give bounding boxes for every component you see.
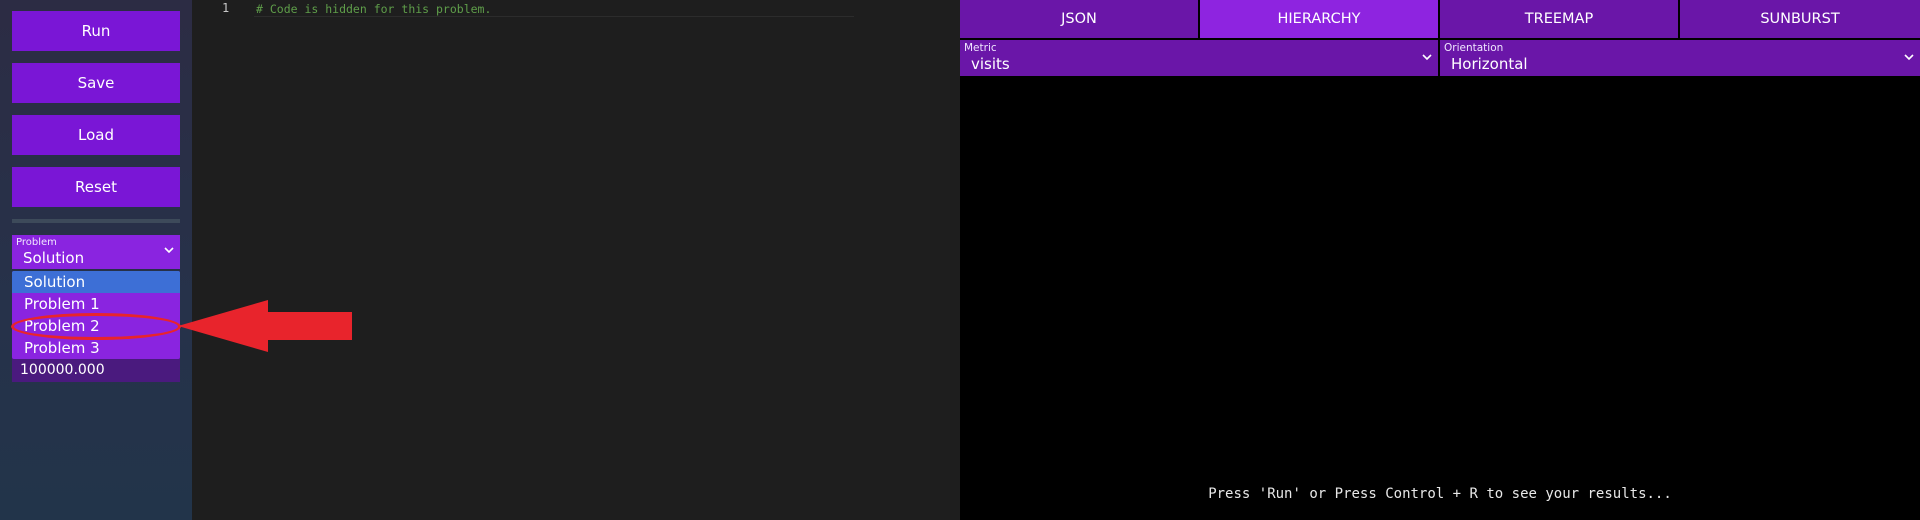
- problem-select-value: Solution: [23, 249, 85, 267]
- line-number: 1: [222, 1, 230, 15]
- chevron-down-icon[interactable]: [1420, 50, 1434, 64]
- results-panel: JSON HIERARCHY TREEMAP SUNBURST Metric v…: [960, 0, 1920, 520]
- tab-treemap[interactable]: TREEMAP: [1440, 0, 1678, 38]
- metric-label: Metric: [964, 42, 997, 54]
- chevron-down-icon[interactable]: [1902, 50, 1916, 64]
- sidebar-divider: [12, 219, 180, 223]
- metric-select[interactable]: Metric visits: [960, 40, 1438, 76]
- run-button[interactable]: Run: [12, 11, 180, 51]
- save-button[interactable]: Save: [12, 63, 180, 103]
- highlight-circle: [11, 313, 181, 340]
- problem-option-solution[interactable]: Solution: [12, 271, 180, 293]
- results-placeholder-text: Press 'Run' or Press Control + R to see …: [1208, 486, 1672, 502]
- orientation-value: Horizontal: [1451, 55, 1528, 73]
- tab-hierarchy[interactable]: HIERARCHY: [1200, 0, 1438, 38]
- tab-sunburst[interactable]: SUNBURST: [1680, 0, 1920, 38]
- problem-select[interactable]: Problem Solution: [12, 235, 180, 269]
- orientation-label: Orientation: [1444, 42, 1504, 54]
- load-button[interactable]: Load: [12, 115, 180, 155]
- code-comment: # Code is hidden for this problem.: [256, 2, 492, 16]
- numeric-field-value: 100000.000: [20, 362, 105, 378]
- orientation-select[interactable]: Orientation Horizontal: [1440, 40, 1920, 76]
- problem-option-problem-1[interactable]: Problem 1: [12, 293, 180, 315]
- sidebar: Run Save Load Reset Problem Solution 100…: [0, 0, 192, 520]
- red-arrow-icon: [178, 300, 352, 352]
- code-editor[interactable]: 1 # Code is hidden for this problem.: [192, 0, 1139, 520]
- tab-json[interactable]: JSON: [960, 0, 1198, 38]
- reset-button[interactable]: Reset: [12, 167, 180, 207]
- problem-option-problem-3[interactable]: Problem 3: [12, 337, 180, 359]
- metric-value: visits: [971, 55, 1010, 73]
- chevron-down-icon[interactable]: [162, 243, 176, 257]
- problem-select-label: Problem: [16, 237, 57, 248]
